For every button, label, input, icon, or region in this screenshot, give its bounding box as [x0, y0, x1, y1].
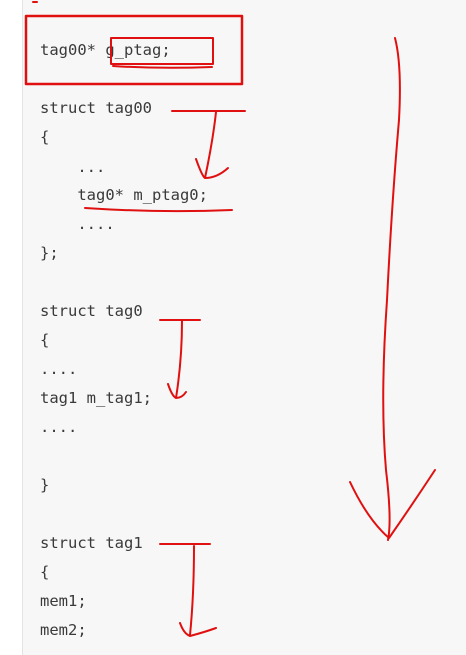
annotation-big-down-arrow-shaft [382, 37, 401, 541]
annotation-big-down-arrow-head [349, 469, 436, 539]
annotation-arrow-tag0 [167, 320, 187, 399]
annotation-underline-m-ptag0 [84, 207, 233, 213]
annotation-arrow-tag1 [179, 545, 217, 637]
annotation-box-declaration [24, 14, 244, 86]
annotation-layer [24, 1, 436, 637]
annotation-box-g-ptag [110, 37, 214, 65]
annotation-underline-g-ptag [112, 65, 213, 69]
annotation-arrow-tag00 [195, 111, 229, 179]
